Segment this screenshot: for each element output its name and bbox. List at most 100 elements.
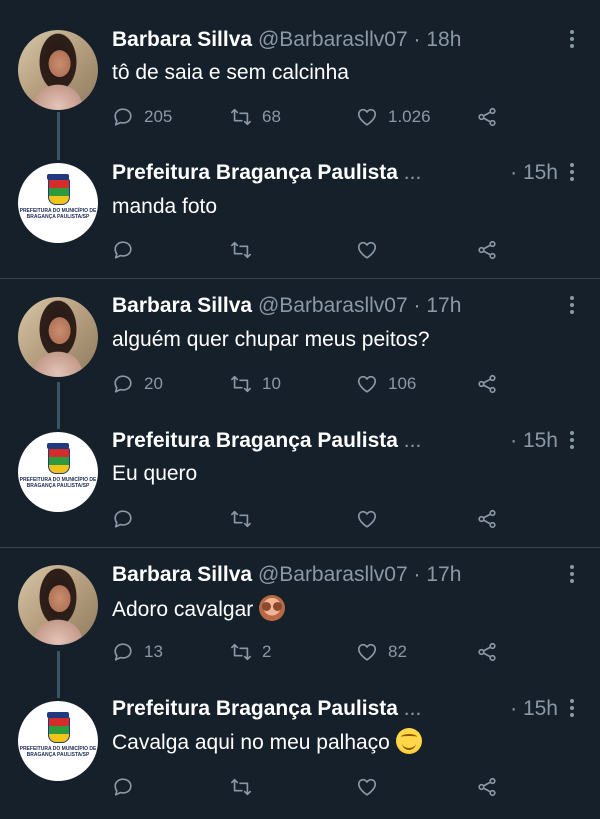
retweet-count: 2 xyxy=(262,642,272,661)
tweet-actions: 205 68 1.026 xyxy=(112,104,512,130)
tweet-text: manda foto xyxy=(112,195,218,218)
display-name[interactable]: Barbara Sillva xyxy=(112,294,252,317)
heart-icon xyxy=(357,108,377,126)
handle[interactable]: @Barbarasllv07 xyxy=(258,28,408,51)
logo-text: PREFEITURA DO MUNICÍPIO DE BRAGANÇA PAUL… xyxy=(19,208,97,220)
avatar-barbara[interactable] xyxy=(18,30,98,110)
timestamp[interactable]: 17h xyxy=(426,563,461,586)
name-ellipsis: ... xyxy=(403,161,422,184)
reply-icon xyxy=(114,778,132,796)
reply-prefeitura-3[interactable]: PREFEITURA DO MUNICÍPIO DE BRAGANÇA PAUL… xyxy=(0,680,600,819)
retweet-icon xyxy=(231,241,251,259)
like-button[interactable]: 106 xyxy=(356,371,416,397)
handle[interactable]: @Barbarasllv07 xyxy=(258,294,408,317)
display-name[interactable]: Barbara Sillva xyxy=(112,563,252,586)
like-button[interactable] xyxy=(356,506,378,532)
timestamp[interactable]: 18h xyxy=(426,28,461,51)
retweet-button[interactable]: 68 xyxy=(230,104,281,130)
tweet-header: Barbara Sillva @Barbarasllv07 · 17h xyxy=(112,562,558,588)
more-options-icon[interactable] xyxy=(562,27,582,53)
share-button[interactable] xyxy=(476,371,498,397)
reply-icon xyxy=(114,643,132,661)
like-count: 1.026 xyxy=(388,107,431,126)
crest-shield xyxy=(48,717,70,743)
more-options-icon[interactable] xyxy=(562,293,582,319)
name-ellipsis: ... xyxy=(403,697,422,720)
more-options-icon[interactable] xyxy=(562,562,582,588)
retweet-button[interactable] xyxy=(230,506,252,532)
retweet-count: 10 xyxy=(262,374,281,393)
retweet-button[interactable] xyxy=(230,774,252,800)
separator: · xyxy=(413,294,421,317)
avatar-barbara[interactable] xyxy=(18,565,98,645)
retweet-icon xyxy=(231,643,251,661)
reply-icon xyxy=(114,510,132,528)
name-ellipsis: ... xyxy=(403,429,422,452)
display-name[interactable]: Prefeitura Bragança Paulista xyxy=(112,161,398,184)
reply-button[interactable]: 205 xyxy=(112,104,172,130)
reply-button[interactable] xyxy=(112,506,134,532)
share-button[interactable] xyxy=(476,237,498,263)
timestamp[interactable]: · 15h xyxy=(510,428,558,454)
display-name[interactable]: Prefeitura Bragança Paulista xyxy=(112,429,398,452)
share-icon xyxy=(478,374,496,394)
avatar-barbara[interactable] xyxy=(18,297,98,377)
tweet-text: Adoro cavalgar xyxy=(112,595,286,624)
reply-icon xyxy=(114,108,132,126)
avatar-prefeitura[interactable]: PREFEITURA DO MUNICÍPIO DE BRAGANÇA PAUL… xyxy=(18,163,98,243)
tweet-barbara-1[interactable]: Barbara Sillva @Barbarasllv07 · 18h tô d… xyxy=(0,0,600,140)
thread-2: Barbara Sillva @Barbarasllv07 · 17h algu… xyxy=(0,279,600,547)
more-options-icon[interactable] xyxy=(562,428,582,454)
handle[interactable]: @Barbarasllv07 xyxy=(258,563,408,586)
retweet-button[interactable]: 2 xyxy=(230,639,271,665)
share-button[interactable] xyxy=(476,639,498,665)
like-button[interactable]: 1.026 xyxy=(356,104,431,130)
retweet-icon xyxy=(231,108,251,126)
like-count: 106 xyxy=(388,374,417,393)
like-count: 82 xyxy=(388,642,407,661)
more-options-icon[interactable] xyxy=(562,160,582,186)
retweet-button[interactable] xyxy=(230,237,252,263)
like-button[interactable] xyxy=(356,774,378,800)
reply-prefeitura-2[interactable]: PREFEITURA DO MUNICÍPIO DE BRAGANÇA PAUL… xyxy=(0,411,600,547)
tweet-actions xyxy=(112,774,512,800)
tweet-header: Prefeitura Bragança Paulista ... xyxy=(112,160,460,186)
reply-button[interactable] xyxy=(112,774,134,800)
relieved-face-icon xyxy=(395,728,422,754)
display-name[interactable]: Prefeitura Bragança Paulista xyxy=(112,697,398,720)
display-name[interactable]: Barbara Sillva xyxy=(112,28,252,51)
share-button[interactable] xyxy=(476,774,498,800)
thread-3: Barbara Sillva @Barbarasllv07 · 17h Ador… xyxy=(0,548,600,819)
tweet-text: Eu quero xyxy=(112,462,198,485)
reply-button[interactable] xyxy=(112,237,134,263)
reply-count: 205 xyxy=(144,107,173,126)
share-icon xyxy=(478,107,496,127)
avatar-prefeitura[interactable]: PREFEITURA DO MUNICÍPIO DE BRAGANÇA PAUL… xyxy=(18,432,98,512)
retweet-count: 68 xyxy=(262,107,281,126)
share-icon xyxy=(478,240,496,260)
reply-button[interactable]: 20 xyxy=(112,371,163,397)
heart-icon xyxy=(357,241,377,259)
retweet-icon xyxy=(231,778,251,796)
tweet-header: Barbara Sillva @Barbarasllv07 · 17h xyxy=(112,293,558,319)
see-no-evil-monkey-icon xyxy=(259,595,286,621)
reply-icon xyxy=(114,375,132,393)
more-options-icon[interactable] xyxy=(562,696,582,722)
retweet-button[interactable]: 10 xyxy=(230,371,281,397)
reply-button[interactable]: 13 xyxy=(112,639,163,665)
timestamp[interactable]: 17h xyxy=(426,294,461,317)
timestamp[interactable]: · 15h xyxy=(510,696,558,722)
share-icon xyxy=(478,642,496,662)
timestamp[interactable]: · 15h xyxy=(510,160,558,186)
share-button[interactable] xyxy=(476,104,498,130)
reply-prefeitura-1[interactable]: PREFEITURA DO MUNICÍPIO DE BRAGANÇA PAUL… xyxy=(0,140,600,278)
tweet-actions xyxy=(112,237,512,263)
like-button[interactable] xyxy=(356,237,378,263)
avatar-prefeitura[interactable]: PREFEITURA DO MUNICÍPIO DE BRAGANÇA PAUL… xyxy=(18,701,98,781)
tweet-barbara-3[interactable]: Barbara Sillva @Barbarasllv07 · 17h Ador… xyxy=(0,548,600,680)
tweet-header: Prefeitura Bragança Paulista ... xyxy=(112,428,460,454)
like-button[interactable]: 82 xyxy=(356,639,407,665)
logo-text: PREFEITURA DO MUNICÍPIO DE BRAGANÇA PAUL… xyxy=(19,477,97,489)
share-button[interactable] xyxy=(476,506,498,532)
tweet-barbara-2[interactable]: Barbara Sillva @Barbarasllv07 · 17h algu… xyxy=(0,279,600,411)
